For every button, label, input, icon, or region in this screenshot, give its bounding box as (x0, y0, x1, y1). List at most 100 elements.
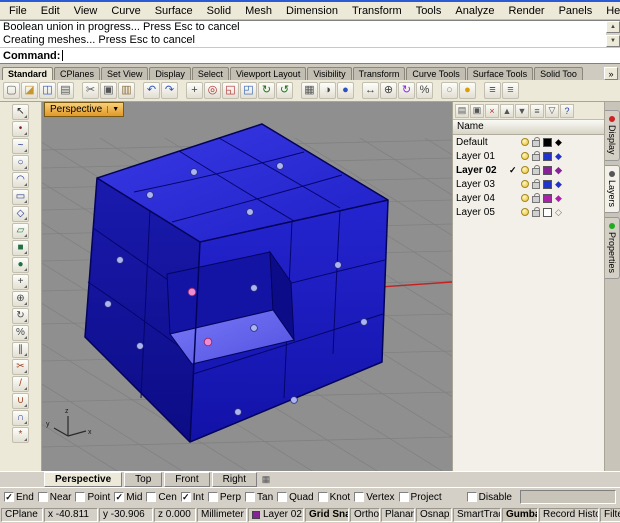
shaded-display-button[interactable]: ◑ (319, 82, 336, 99)
menu-item[interactable]: Render (502, 4, 552, 18)
checkbox[interactable]: ✓ (180, 492, 191, 502)
menu-item[interactable]: Dimension (279, 4, 345, 18)
viewport-layout-icon[interactable]: ▦ (257, 474, 275, 485)
help-button[interactable]: ? (560, 103, 574, 118)
tab-viewport-top[interactable]: Top (124, 472, 163, 487)
scroll-down-icon[interactable]: ▼ (606, 35, 620, 47)
mirror-tool-button[interactable]: ∥ (12, 342, 29, 358)
pane-smarttrack[interactable]: SmartTrack (453, 507, 501, 522)
menu-item[interactable]: Curve (104, 4, 147, 18)
checkbox[interactable] (37, 492, 48, 502)
checkbox[interactable]: ✓ (4, 492, 14, 502)
menu-item[interactable]: Tools (409, 4, 449, 18)
point-tool-button[interactable]: • (12, 121, 29, 137)
tab-viewport-layout[interactable]: Viewport Layout (229, 67, 307, 80)
command-history[interactable]: Boolean union in progress... Press Esc t… (0, 20, 620, 48)
select-tool-button[interactable]: ↖ (12, 104, 29, 120)
menu-item[interactable]: File (2, 4, 34, 18)
lock-icon[interactable] (532, 137, 540, 147)
tab-solid-tools[interactable]: Solid Too (534, 67, 583, 80)
surface-tool-button[interactable]: ▱ (12, 223, 29, 239)
rotate-tool-button[interactable]: ↻ (12, 308, 29, 324)
lock-icon[interactable] (532, 207, 540, 217)
checkbox[interactable] (146, 492, 157, 502)
osnap-mid[interactable]: ✓ Mid (114, 492, 142, 503)
tab-standard[interactable]: Standard (2, 67, 54, 80)
render-button[interactable]: ● (337, 82, 354, 99)
layer-color-swatch[interactable] (543, 207, 552, 217)
redo-button[interactable]: ↷ (161, 82, 178, 99)
checkbox[interactable] (277, 492, 288, 502)
menu-item[interactable]: Surface (148, 4, 200, 18)
polygon-tool-button[interactable]: ◇ (12, 206, 29, 222)
boolean-union-tool-button[interactable]: ∩ (12, 410, 29, 426)
pane-ortho[interactable]: Ortho (350, 507, 380, 522)
sphere-tool-button[interactable]: ● (12, 257, 29, 273)
layer-color-swatch[interactable] (543, 193, 552, 203)
osnap-cen[interactable]: Cen (146, 492, 177, 503)
move-tool-button[interactable]: + (12, 274, 29, 290)
material-icon[interactable]: ◇ (555, 207, 562, 217)
pane-osnap[interactable]: Osnap (416, 507, 452, 522)
bulb-icon[interactable] (521, 208, 529, 216)
checkbox[interactable] (354, 492, 365, 502)
scale-tool-button[interactable]: % (12, 325, 29, 341)
layer-color-swatch[interactable] (543, 137, 552, 147)
print-button[interactable]: ▤ (57, 82, 74, 99)
layer-row[interactable]: Layer 01 ◆ (453, 149, 604, 163)
rotate-view-button[interactable]: ↻ (258, 82, 275, 99)
osnap-perp[interactable]: Perp (207, 492, 241, 503)
panel-tab-display[interactable]: Display (605, 110, 620, 161)
bulb-icon[interactable] (521, 194, 529, 202)
osnap-disable[interactable]: Disable (466, 492, 512, 503)
menu-item[interactable]: View (67, 4, 105, 18)
tab-viewport-perspective[interactable]: Perspective (44, 472, 123, 487)
toolbar-overflow-button[interactable]: » (604, 67, 618, 80)
move-button[interactable]: ↔ (362, 82, 379, 99)
pane-planar[interactable]: Planar (381, 507, 415, 522)
new-layer-button[interactable]: ▤ (455, 103, 469, 118)
arc-tool-button[interactable]: ◠ (12, 172, 29, 188)
split-tool-button[interactable]: / (12, 376, 29, 392)
bulb-icon[interactable] (521, 152, 529, 160)
open-file-button[interactable]: ◪ (21, 82, 38, 99)
pane-filter[interactable]: Filter (600, 507, 620, 522)
layer-row[interactable]: Layer 05 ◇ (453, 205, 604, 219)
rectangle-tool-button[interactable]: ▭ (12, 189, 29, 205)
checkbox[interactable] (245, 492, 256, 502)
viewport-3d-view[interactable]: z x y (42, 102, 452, 471)
cplane-pane[interactable]: CPlane (1, 507, 43, 522)
osnap-tan[interactable]: Tan (245, 492, 273, 503)
lock-icon[interactable] (532, 151, 540, 161)
tab-select[interactable]: Select (191, 67, 229, 80)
layer-row[interactable]: Layer 03 ◆ (453, 177, 604, 191)
osnap-quad[interactable]: Quad (277, 492, 314, 503)
scale-button[interactable]: % (416, 82, 433, 99)
menu-item[interactable]: Help (599, 4, 620, 18)
layer-row[interactable]: Layer 04 ◆ (453, 191, 604, 205)
trim-tool-button[interactable]: ✂ (12, 359, 29, 375)
circle-tool-button[interactable]: ○ (12, 155, 29, 171)
checkbox[interactable] (317, 492, 328, 502)
menu-item[interactable]: Transform (345, 4, 409, 18)
tab-viewport-front[interactable]: Front (164, 472, 210, 487)
menu-item[interactable]: Analyze (448, 4, 501, 18)
save-button[interactable]: ◫ (39, 82, 56, 99)
viewport-title-tab[interactable]: Perspective ▼ (44, 102, 125, 117)
command-history-scrollbar[interactable]: ▲ ▼ (606, 21, 620, 47)
named-views-button[interactable]: ▦ (301, 82, 318, 99)
tab-viewport-right[interactable]: Right (211, 472, 257, 487)
layer-tools-button[interactable]: ≡ (530, 103, 544, 118)
layer-row[interactable]: Default ◆ (453, 135, 604, 149)
pane-record-history[interactable]: Record Histor (539, 507, 599, 522)
hide-button[interactable]: ○ (441, 82, 458, 99)
layers-name-header[interactable]: Name (453, 120, 604, 135)
scroll-up-icon[interactable]: ▲ (606, 21, 620, 33)
layer-row[interactable]: Layer 02 ✓ ◆ (453, 163, 604, 177)
checkbox[interactable] (466, 492, 477, 502)
osnap-vertex[interactable]: Vertex (354, 492, 395, 503)
osnap-project[interactable]: Project (398, 492, 442, 503)
checkbox[interactable] (207, 492, 218, 502)
lock-icon[interactable] (532, 179, 540, 189)
tab-display[interactable]: Display (149, 67, 191, 80)
